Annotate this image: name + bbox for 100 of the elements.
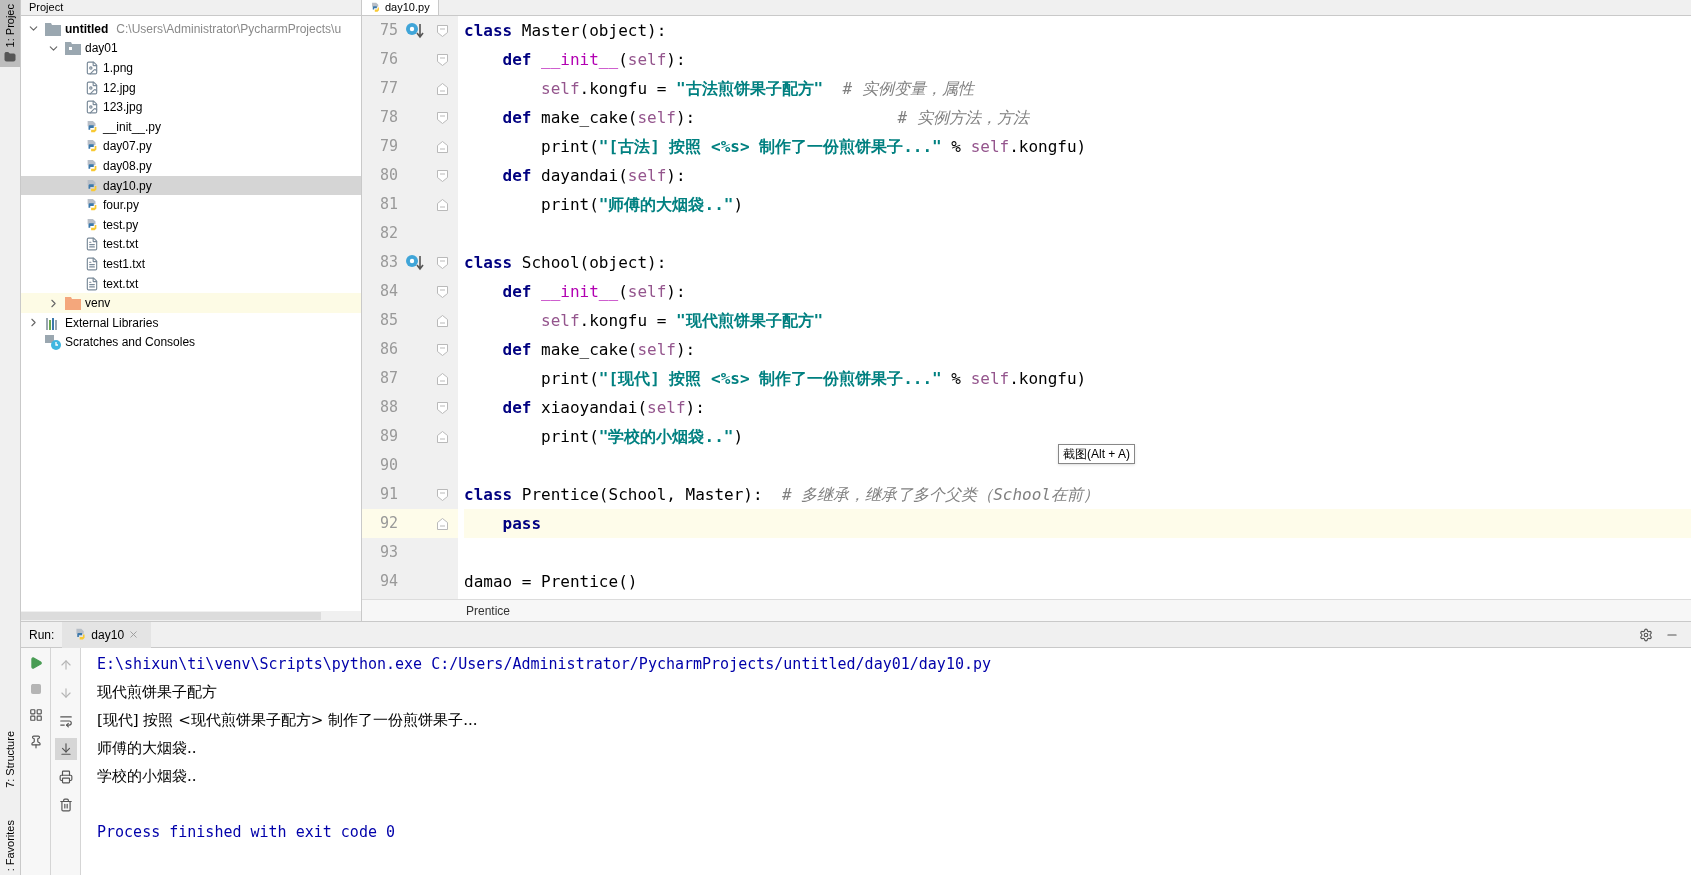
fold-marker-icon[interactable] <box>436 53 448 66</box>
fold-marker-icon[interactable] <box>436 169 448 182</box>
tree-item[interactable]: day08.py <box>21 156 361 176</box>
override-icon[interactable] <box>405 253 425 272</box>
scrollbar[interactable] <box>21 612 321 620</box>
print-icon[interactable] <box>58 770 73 784</box>
panel-title[interactable]: Project <box>29 2 64 13</box>
code-line: self.kongfu = "古法煎饼果子配方" # 实例变量，属性 <box>540 77 974 100</box>
fold-marker-icon[interactable] <box>436 198 448 211</box>
code-line: self.kongfu = "现代煎饼果子配方" <box>540 309 824 332</box>
scroll-to-end-icon[interactable] <box>58 742 73 756</box>
code-line: damao = Prentice() <box>464 570 638 593</box>
fold-marker-icon[interactable] <box>436 111 448 124</box>
code-line: def dayandai(self): <box>501 164 686 187</box>
line-number: 75 <box>378 20 398 42</box>
tool-window-button[interactable]: 1: Projec <box>0 0 20 68</box>
line-number: 87 <box>378 368 398 390</box>
tree-item-label: test.txt <box>103 236 139 254</box>
fold-marker-icon[interactable] <box>436 24 448 37</box>
image-file-icon <box>85 100 99 115</box>
tree-item[interactable]: 123.jpg <box>21 97 361 117</box>
line-number: 90 <box>378 455 398 477</box>
line-number: 78 <box>378 107 398 129</box>
fold-marker-icon[interactable] <box>436 314 448 327</box>
editor-tab[interactable]: day10.py <box>362 0 439 15</box>
image-file-icon <box>85 61 99 75</box>
code-line: class Prentice(School, Master): # 多继承，继承了多个父类（School在前） <box>464 483 1099 506</box>
tree-item[interactable]: __init__.py <box>21 116 361 137</box>
python-file-icon <box>85 158 99 173</box>
console-line: Process finished with exit code 0 <box>97 821 395 843</box>
trash-icon[interactable] <box>58 798 73 812</box>
tool-window-button[interactable]: : Favorites <box>0 815 20 875</box>
line-number: 82 <box>378 223 398 245</box>
tree-item-label: External Libraries <box>65 314 159 332</box>
pin-icon[interactable] <box>28 735 43 749</box>
tree-item[interactable]: 1.png <box>21 58 361 78</box>
wrap-icon[interactable] <box>58 714 73 728</box>
python-file-icon <box>85 119 99 134</box>
python-file-icon <box>74 628 88 641</box>
tree-item-label: day10.py <box>103 177 152 195</box>
text-file-icon <box>85 256 99 271</box>
fold-marker-icon[interactable] <box>436 401 448 414</box>
layout-icon[interactable] <box>28 708 43 722</box>
line-number: 79 <box>378 136 398 158</box>
line-number: 83 <box>378 252 398 274</box>
text-file-icon <box>85 237 99 252</box>
console-line: 学校的小烟袋.. <box>97 765 197 787</box>
tree-item-label: day08.py <box>103 157 152 175</box>
folder-icon <box>4 51 16 64</box>
tree-item[interactable]: untitled C:\Users\Administrator\PycharmProjects\u <box>21 19 361 39</box>
code-line: pass <box>501 512 542 535</box>
line-number: 77 <box>378 78 398 100</box>
python-file-icon <box>85 178 99 193</box>
settings-icon[interactable] <box>1639 627 1653 642</box>
tree-item[interactable]: day01 <box>21 38 361 59</box>
console-line: 现代煎饼果子配方 <box>97 681 217 703</box>
tree-item[interactable]: venv <box>21 293 361 313</box>
image-file-icon <box>85 80 99 95</box>
tree-item-label: text.txt <box>103 275 139 293</box>
close-icon[interactable] <box>128 629 140 640</box>
tree-item-label: 12.jpg <box>103 79 136 97</box>
tree-item-label: test.py <box>103 216 139 234</box>
tree-item-label: day01 <box>85 40 118 58</box>
tree-item[interactable]: test1.txt <box>21 254 361 274</box>
python-file-icon <box>85 198 99 213</box>
tree-item[interactable]: 12.jpg <box>21 77 361 98</box>
code-line: print("[古法] 按照 <%s> 制作了一份煎饼果子..." % self.kongfu) <box>540 135 1087 158</box>
tree-item[interactable]: four.py <box>21 195 361 215</box>
override-icon[interactable] <box>405 21 425 40</box>
fold-marker-icon[interactable] <box>436 488 448 501</box>
breadcrumb[interactable]: Prentice <box>458 601 519 620</box>
fold-marker-icon[interactable] <box>436 256 448 269</box>
tree-item[interactable]: text.txt <box>21 273 361 294</box>
scratches-icon <box>45 334 61 351</box>
run-tab[interactable]: day10 <box>62 621 152 648</box>
tree-item[interactable]: External Libraries <box>21 312 361 333</box>
tree-item-label: four.py <box>103 197 140 215</box>
fold-marker-icon[interactable] <box>436 82 448 95</box>
fold-marker-icon[interactable] <box>436 517 448 530</box>
tree-item[interactable]: test.py <box>21 214 361 235</box>
line-number: 93 <box>378 542 398 564</box>
console-line: [现代] 按照 <现代煎饼果子配方> 制作了一份煎饼果子... <box>97 709 478 731</box>
code-line: def make_cake(self): # 实例方法，方法 <box>501 106 1029 129</box>
fold-marker-icon[interactable] <box>436 285 448 298</box>
tree-item-label: __init__.py <box>103 118 162 136</box>
tool-window-button[interactable]: 7: Structure <box>0 726 20 792</box>
fold-marker-icon[interactable] <box>436 372 448 385</box>
line-number: 92 <box>378 513 398 535</box>
run-icon[interactable] <box>28 656 43 670</box>
fold-marker-icon[interactable] <box>436 140 448 153</box>
fold-marker-icon[interactable] <box>436 343 448 356</box>
tree-item[interactable]: test.txt <box>21 234 361 255</box>
tree-item[interactable]: day07.py <box>21 136 361 157</box>
run-label: Run: <box>29 626 55 644</box>
python-file-icon <box>85 217 99 232</box>
fold-marker-icon[interactable] <box>436 430 448 443</box>
tree-item-label: day07.py <box>103 138 152 156</box>
tree-item[interactable]: Scratches and Consoles <box>21 332 361 353</box>
folder-icon <box>65 296 81 311</box>
tree-item[interactable]: day10.py <box>21 175 361 196</box>
